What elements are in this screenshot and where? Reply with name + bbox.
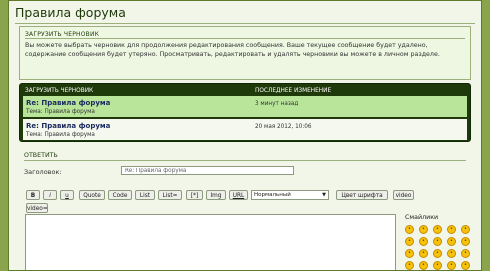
video-button[interactable]: video bbox=[393, 190, 414, 200]
italic-button[interactable]: i bbox=[43, 190, 57, 200]
subject-label: Заголовок: bbox=[24, 168, 62, 176]
title-divider bbox=[15, 23, 475, 24]
wink-icon[interactable]: • bbox=[419, 225, 428, 234]
draft-modified-time: 3 минут назад bbox=[255, 101, 299, 107]
drafts-column-draft: ЗАГРУЗИТЬ ЧЕРНОВИК bbox=[25, 88, 94, 94]
font-size-value: Нормальный bbox=[254, 192, 291, 198]
smile-icon[interactable]: • bbox=[405, 261, 414, 270]
reply-heading: ОТВЕТИТЬ bbox=[24, 152, 58, 159]
list-item-button[interactable]: [*] bbox=[186, 190, 203, 200]
sad-icon[interactable]: • bbox=[461, 237, 470, 246]
tongue-icon[interactable]: • bbox=[447, 261, 456, 270]
list-button[interactable]: List bbox=[135, 190, 155, 200]
section-divider bbox=[24, 160, 466, 161]
load-draft-panel: ЗАГРУЗИТЬ ЧЕРНОВИК Вы можете выбрать чер… bbox=[19, 26, 471, 80]
font-size-select[interactable]: Нормальный ▼ bbox=[251, 190, 329, 200]
draft-title-link[interactable]: Re: Правила форума bbox=[26, 122, 110, 130]
smilies-title: Смайлики bbox=[405, 214, 439, 221]
confused-icon[interactable]: • bbox=[447, 237, 456, 246]
img-button[interactable]: Img bbox=[206, 190, 226, 200]
evil-icon[interactable]: • bbox=[447, 249, 456, 258]
laugh-icon[interactable]: • bbox=[419, 237, 428, 246]
url-button[interactable]: URL bbox=[229, 190, 248, 200]
tongue-icon[interactable]: • bbox=[447, 225, 456, 234]
cool-icon[interactable]: • bbox=[461, 225, 470, 234]
draft-row[interactable]: Re: Правила форума Тема: Правила форума … bbox=[23, 119, 467, 140]
subject-input[interactable] bbox=[121, 166, 294, 175]
dropdown-arrow-icon: ▼ bbox=[322, 192, 326, 198]
load-draft-heading: ЗАГРУЗИТЬ ЧЕРНОВИК bbox=[25, 31, 100, 38]
posting-page: Правила форума ЗАГРУЗИТЬ ЧЕРНОВИК Вы мож… bbox=[8, 0, 482, 271]
draft-topic: Тема: Правила форума bbox=[26, 131, 95, 138]
smile-icon[interactable]: • bbox=[405, 225, 414, 234]
quote-button[interactable]: Quote bbox=[79, 190, 105, 200]
cool-icon[interactable]: • bbox=[461, 261, 470, 270]
draft-topic: Тема: Правила форума bbox=[26, 108, 95, 115]
grin-icon[interactable]: • bbox=[433, 261, 442, 270]
happy-icon[interactable]: • bbox=[405, 237, 414, 246]
section-divider bbox=[25, 38, 465, 39]
eek-icon[interactable]: • bbox=[461, 249, 470, 258]
grin-icon[interactable]: • bbox=[433, 225, 442, 234]
wink-icon[interactable]: • bbox=[419, 261, 428, 270]
blush-icon[interactable]: • bbox=[433, 249, 442, 258]
draft-row[interactable]: Re: Правила форума Тема: Правила форума … bbox=[23, 96, 467, 117]
angry-icon[interactable]: • bbox=[405, 249, 414, 258]
draft-modified-time: 20 мая 2012, 10:06 bbox=[255, 124, 312, 130]
bold-button[interactable]: B bbox=[26, 190, 40, 200]
ordered-list-button[interactable]: List= bbox=[158, 190, 182, 200]
shock-icon[interactable]: • bbox=[419, 249, 428, 258]
message-textarea[interactable] bbox=[25, 214, 396, 270]
page-title: Правила форума bbox=[15, 5, 126, 20]
surprised-icon[interactable]: • bbox=[433, 237, 442, 246]
draft-title-link[interactable]: Re: Правила форума bbox=[26, 99, 110, 107]
underline-button[interactable]: u bbox=[60, 190, 74, 200]
font-color-button[interactable]: Цвет шрифта bbox=[336, 190, 388, 200]
drafts-column-modified: ПОСЛЕДНЕЕ ИЗМЕНЕНИЕ bbox=[255, 88, 332, 94]
drafts-table: ЗАГРУЗИТЬ ЧЕРНОВИК ПОСЛЕДНЕЕ ИЗМЕНЕНИЕ R… bbox=[19, 83, 471, 142]
video-eq-button[interactable]: video= bbox=[26, 203, 48, 213]
load-draft-description: Вы можете выбрать черновик для продолжен… bbox=[25, 42, 440, 59]
code-button[interactable]: Code bbox=[108, 190, 132, 200]
